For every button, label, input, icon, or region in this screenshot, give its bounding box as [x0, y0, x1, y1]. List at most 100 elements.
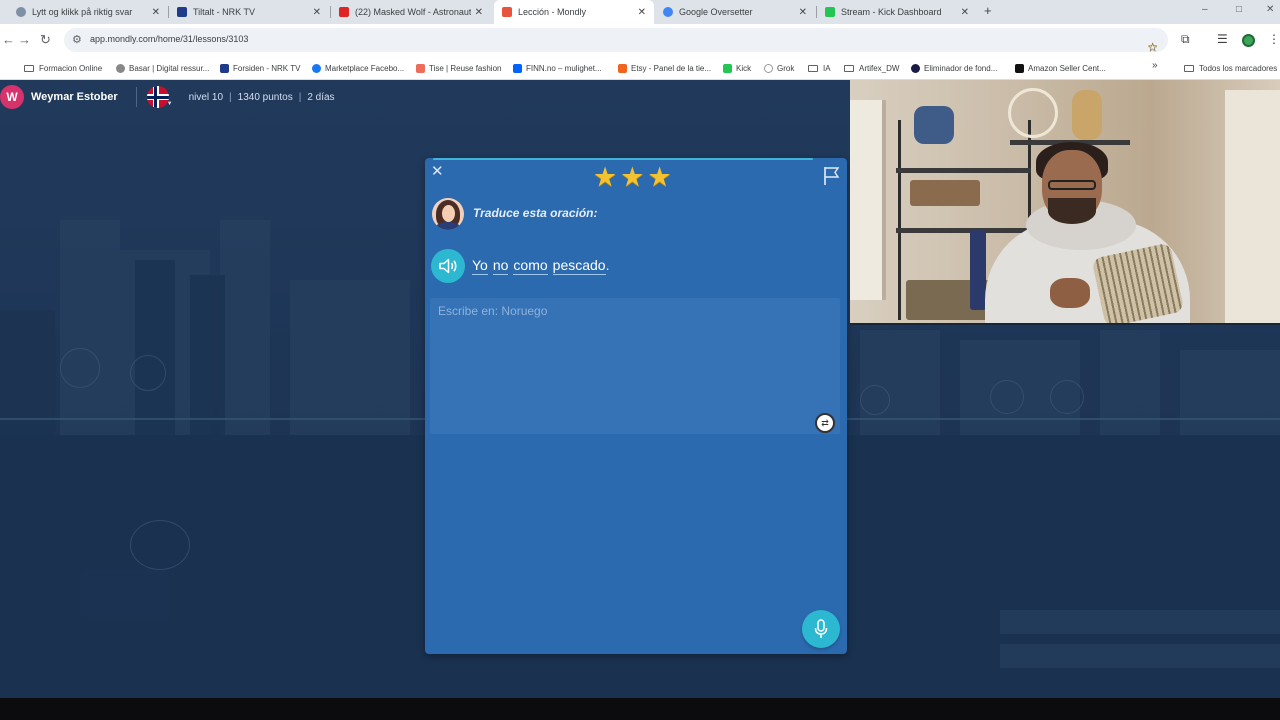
bookmark-label: FINN.no – mulighet... [526, 63, 602, 73]
webcam-window [850, 100, 886, 300]
close-window-button[interactable]: ✕ [1266, 4, 1274, 15]
background-tree [130, 520, 190, 570]
speaker-icon [439, 258, 457, 274]
background-building [1100, 330, 1160, 440]
bookmark-item[interactable]: Basar | Digital ressur... [116, 60, 209, 76]
background-building [60, 220, 120, 440]
browser-tab[interactable]: Stream - Kick Dashboard ✕ [817, 2, 977, 22]
header-divider [135, 87, 137, 107]
norway-flag-icon[interactable] [146, 86, 169, 108]
new-tab-button[interactable]: + [984, 3, 992, 18]
bookmark-item[interactable]: IA [808, 60, 831, 76]
microphone-button[interactable] [802, 610, 840, 648]
amazon-icon [1015, 63, 1024, 73]
webcam-shelf [896, 168, 1031, 173]
microphone-icon [814, 619, 828, 638]
reload-icon[interactable]: ↻ [40, 32, 51, 48]
star-icon: ★ [620, 162, 645, 192]
folder-icon [1184, 64, 1194, 72]
translate-extension-icon[interactable]: ⇄ [815, 413, 835, 433]
background-stairs [1000, 644, 1280, 668]
forward-icon[interactable]: → [18, 32, 31, 47]
webcam-person [1048, 198, 1096, 224]
sentence-word[interactable]: pescado [552, 257, 606, 275]
report-flag-icon[interactable] [823, 166, 841, 186]
close-tab-icon[interactable]: ✕ [799, 7, 807, 18]
bookmark-item[interactable]: Tise | Reuse fashion [416, 60, 501, 76]
globe-icon [16, 7, 26, 17]
address-bar[interactable]: ⚙ app.mondly.com/home/31/lessons/3103 ☆ [64, 28, 1168, 54]
bookmarks-overflow-button[interactable]: » [1152, 60, 1158, 71]
browser-tab[interactable]: Lytt og klikk på riktig svar ✕ [8, 2, 168, 22]
background-tree [60, 348, 100, 388]
back-icon[interactable]: ← [2, 32, 15, 47]
close-tab-icon[interactable]: ✕ [152, 7, 160, 18]
browser-tab-active[interactable]: Lección - Mondly ✕ [494, 0, 654, 24]
minimize-button[interactable]: – [1202, 4, 1208, 15]
remove-bg-icon [911, 63, 920, 73]
bookmark-label: IA [823, 63, 831, 73]
nrk-icon [177, 7, 187, 17]
browser-tab[interactable]: Google Oversetter ✕ [655, 2, 815, 22]
bookmark-item[interactable]: Amazon Seller Cent... [1015, 60, 1106, 76]
stat-separator: | [298, 91, 302, 103]
bookmark-item[interactable]: Forsiden - NRK TV [220, 60, 300, 76]
browser-tab[interactable]: Tiltalt - NRK TV ✕ [169, 2, 329, 22]
background-tree [860, 385, 890, 415]
background-tree [990, 380, 1024, 414]
close-tab-icon[interactable]: ✕ [638, 7, 646, 18]
bookmark-item[interactable]: Formacion Online [24, 60, 102, 76]
tab-title: Tiltalt - NRK TV [193, 7, 256, 17]
bookmark-item[interactable]: Marketplace Facebo... [312, 60, 404, 76]
bookmark-label: Todos los marcadores [1199, 63, 1278, 73]
lesson-stars: ★ ★ ★ [593, 162, 672, 192]
close-tab-icon[interactable]: ✕ [313, 7, 321, 18]
close-tab-icon[interactable]: ✕ [961, 7, 969, 18]
bookmark-label: Formacion Online [39, 63, 103, 73]
bookmark-item[interactable]: Kick [723, 60, 751, 76]
webcam-object [910, 180, 980, 206]
bookmark-item[interactable]: Etsy - Panel de la tie... [618, 60, 711, 76]
profile-icon[interactable] [1242, 34, 1255, 47]
background-stairs [1000, 610, 1280, 634]
sentence-word[interactable]: como [513, 257, 548, 275]
sentence-word[interactable]: no [492, 257, 509, 275]
bookmark-item[interactable]: Eliminador de fond... [911, 60, 997, 76]
bookmark-item[interactable]: Grok [764, 60, 794, 76]
bookmark-label: Basar | Digital ressur... [129, 63, 210, 73]
avatar[interactable]: W [0, 85, 24, 109]
menu-icon[interactable]: ⋮ [1268, 32, 1280, 46]
webcam-object [1008, 88, 1058, 138]
points-text: 1340 puntos [237, 91, 293, 103]
answer-input[interactable] [430, 298, 840, 434]
tab-title: (22) Masked Wolf - Astronaut [355, 7, 471, 17]
bookmark-label: Grok [777, 63, 795, 73]
close-lesson-button[interactable]: ✕ [431, 162, 444, 180]
bookmarks-bar: Formacion Online Basar | Digital ressur.… [0, 56, 1280, 80]
extensions-icon[interactable]: ⧉ [1181, 32, 1190, 47]
close-tab-icon[interactable]: ✕ [475, 7, 483, 18]
site-info-icon[interactable]: ⚙ [72, 33, 82, 46]
browser-tab[interactable]: (22) Masked Wolf - Astronaut ✕ [331, 2, 491, 22]
webcam-shelf [898, 120, 901, 320]
media-controls-icon[interactable]: ☰ [1217, 32, 1228, 46]
url-text[interactable]: app.mondly.com/home/31/lessons/3103 [90, 34, 248, 44]
bookmark-item[interactable]: Artifex_DW [844, 60, 899, 76]
kick-icon [825, 7, 835, 17]
background-building [290, 280, 410, 440]
play-audio-button[interactable] [431, 249, 465, 283]
source-sentence: Yo no como pescado . [472, 257, 609, 275]
user-header: W Weymar Estober ▼ nivel 10 | 1340 punto… [0, 84, 335, 110]
webcam-person [1050, 278, 1090, 308]
all-bookmarks-item[interactable]: Todos los marcadores [1184, 60, 1277, 76]
bookmark-label: Amazon Seller Cent... [1028, 63, 1106, 73]
bookmark-item[interactable]: FINN.no – mulighet... [513, 60, 602, 76]
maximize-button[interactable]: □ [1236, 4, 1242, 15]
bookmark-label: Artifex_DW [859, 63, 900, 73]
streak-days-text: 2 días [307, 91, 335, 103]
sentence-word[interactable]: Yo [472, 257, 488, 275]
webcam-overlay [850, 80, 1280, 323]
webcam-person [1048, 180, 1096, 190]
kick-icon [723, 63, 732, 73]
user-name[interactable]: Weymar Estober [31, 91, 118, 103]
